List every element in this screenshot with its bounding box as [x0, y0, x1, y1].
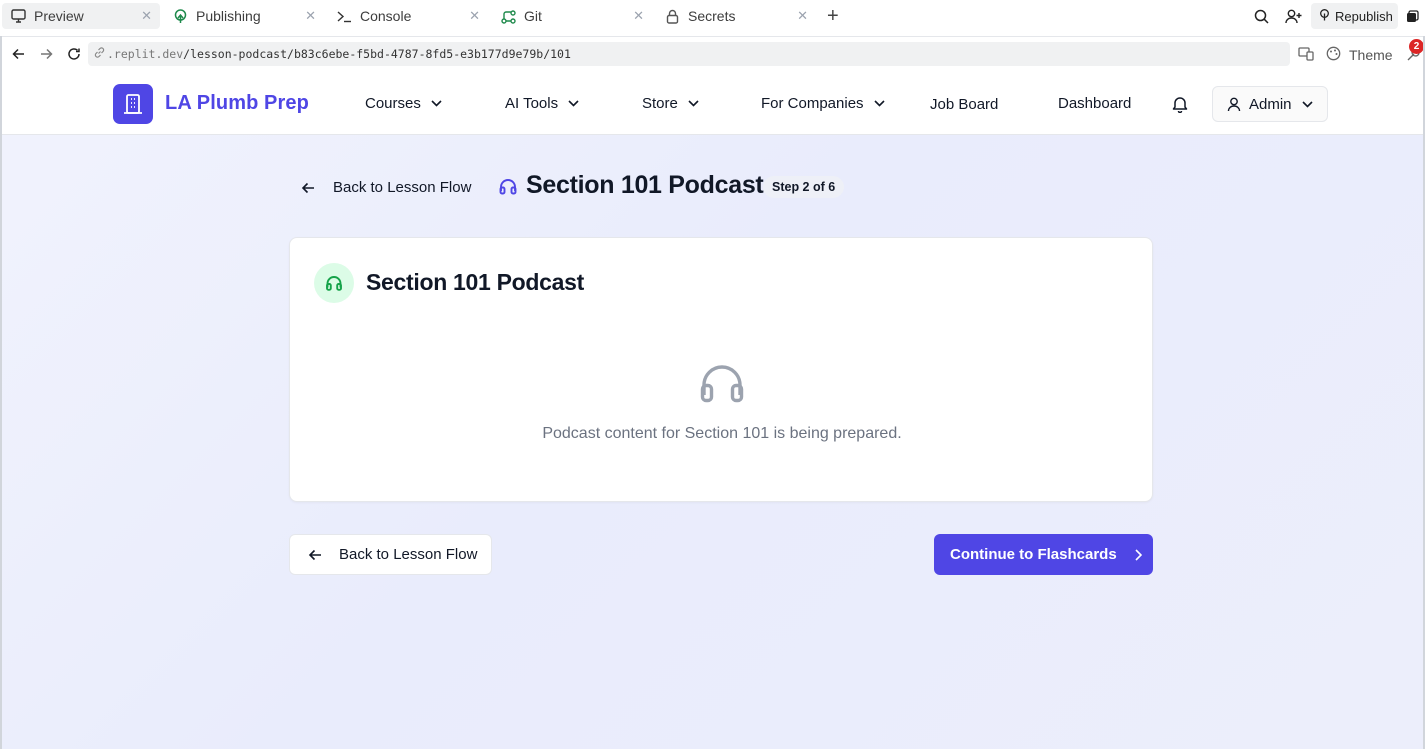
- reload-icon[interactable]: [65, 45, 83, 63]
- theme-button[interactable]: Theme: [1326, 46, 1393, 64]
- continue-to-flashcards-button[interactable]: Continue to Flashcards: [934, 534, 1153, 575]
- nav-store[interactable]: Store: [642, 95, 699, 112]
- chevron-down-icon: [873, 100, 885, 107]
- nav-label: Store: [642, 95, 678, 112]
- tab-label: Secrets: [688, 8, 736, 24]
- invite-user-icon[interactable]: [1283, 4, 1303, 28]
- republish-button[interactable]: Republish: [1311, 3, 1398, 29]
- lock-icon: [664, 8, 680, 24]
- user-icon: [1227, 97, 1241, 112]
- continue-button-label: Continue to Flashcards: [950, 546, 1117, 563]
- back-to-lesson-flow-button[interactable]: Back to Lesson Flow: [289, 534, 492, 575]
- podcast-placeholder-message: Podcast content for Section 101 is being…: [542, 425, 902, 442]
- nav-courses[interactable]: Courses: [365, 95, 442, 112]
- admin-label: Admin: [1249, 95, 1292, 113]
- git-icon: [500, 8, 516, 24]
- preview-webview: LA Plumb Prep Courses AI Tools Store For…: [2, 72, 1423, 749]
- page-title: Section 101 Podcast: [526, 171, 764, 199]
- headphones-icon: [314, 263, 354, 303]
- publishing-icon: [172, 8, 188, 24]
- preview-address-bar: .replit.dev/lesson-podcast/b83c6ebe-f5bd…: [0, 36, 1425, 72]
- palette-icon: [1326, 46, 1341, 64]
- terminal-icon: [336, 8, 352, 24]
- notification-count-badge: 2: [1409, 39, 1424, 54]
- brand-name[interactable]: LA Plumb Prep: [165, 92, 309, 115]
- chevron-down-icon: [1301, 100, 1313, 108]
- link-icon: [94, 47, 105, 61]
- arrow-left-icon: [301, 182, 315, 194]
- tab-label: Git: [524, 8, 542, 24]
- url-field[interactable]: .replit.dev/lesson-podcast/b83c6ebe-f5bd…: [88, 42, 1290, 66]
- podcast-card: Section 101 Podcast Podcast content for …: [289, 237, 1153, 502]
- nav-ai-tools[interactable]: AI Tools: [505, 95, 579, 112]
- tab-git[interactable]: Git ✕: [492, 3, 652, 29]
- close-icon[interactable]: ✕: [633, 8, 644, 24]
- monitor-icon: [10, 8, 26, 24]
- devices-icon[interactable]: [1297, 45, 1315, 63]
- republish-label: Republish: [1335, 8, 1393, 24]
- tab-console[interactable]: Console ✕: [328, 3, 488, 29]
- url-path: /lesson-podcast/b83c6ebe-f5bd-4787-8fd5-…: [183, 47, 571, 61]
- nav-label: Job Board: [930, 96, 999, 113]
- tab-publishing[interactable]: Publishing ✕: [164, 3, 324, 29]
- publishing-icon: [1319, 8, 1330, 24]
- site-header: LA Plumb Prep Courses AI Tools Store For…: [2, 72, 1423, 135]
- url-domain: .replit.dev: [107, 47, 184, 61]
- back-arrow-icon[interactable]: [9, 45, 27, 63]
- chevron-down-icon: [568, 100, 579, 107]
- building-logo-icon[interactable]: [113, 84, 153, 124]
- nav-dashboard[interactable]: Dashboard: [1058, 95, 1131, 112]
- tab-secrets[interactable]: Secrets ✕: [656, 3, 816, 29]
- nav-job-board[interactable]: Job Board: [930, 96, 998, 113]
- forward-arrow-icon[interactable]: [37, 45, 55, 63]
- new-tab-plus-icon[interactable]: +: [827, 6, 839, 26]
- tab-label: Preview: [34, 8, 84, 24]
- bell-icon[interactable]: [1172, 95, 1188, 114]
- headphones-icon: [699, 361, 745, 410]
- chevron-down-icon: [431, 100, 442, 107]
- nav-label: AI Tools: [505, 95, 559, 112]
- arrow-left-icon: [308, 549, 322, 561]
- theme-label: Theme: [1349, 47, 1393, 63]
- search-icon[interactable]: [1252, 4, 1270, 28]
- nav-label: Courses: [365, 95, 421, 112]
- headphones-icon: [498, 176, 518, 196]
- nav-label: For Companies: [761, 95, 864, 112]
- chevron-down-icon: [688, 100, 699, 107]
- tab-label: Publishing: [196, 8, 261, 24]
- nav-for-companies[interactable]: For Companies: [761, 95, 885, 112]
- tab-preview[interactable]: Preview ✕: [2, 3, 160, 29]
- window-toggle-icon[interactable]: [1404, 4, 1420, 28]
- back-label: Back to Lesson Flow: [333, 179, 472, 196]
- close-icon[interactable]: ✕: [797, 8, 808, 24]
- close-icon[interactable]: ✕: [141, 8, 152, 24]
- admin-menu-button[interactable]: Admin: [1212, 86, 1328, 122]
- chevron-right-icon: [1135, 548, 1142, 561]
- close-icon[interactable]: ✕: [469, 8, 480, 24]
- back-to-lesson-flow-link[interactable]: Back to Lesson Flow: [301, 179, 471, 196]
- step-badge: Step 2 of 6: [763, 176, 845, 198]
- back-button-label: Back to Lesson Flow: [339, 546, 478, 563]
- nav-label: Dashboard: [1058, 95, 1132, 112]
- tab-label: Console: [360, 8, 412, 24]
- card-title: Section 101 Podcast: [366, 269, 584, 295]
- close-icon[interactable]: ✕: [305, 8, 316, 24]
- workspace-tab-bar: Preview ✕ Publishing ✕ Console ✕ Git ✕ S…: [0, 0, 1425, 33]
